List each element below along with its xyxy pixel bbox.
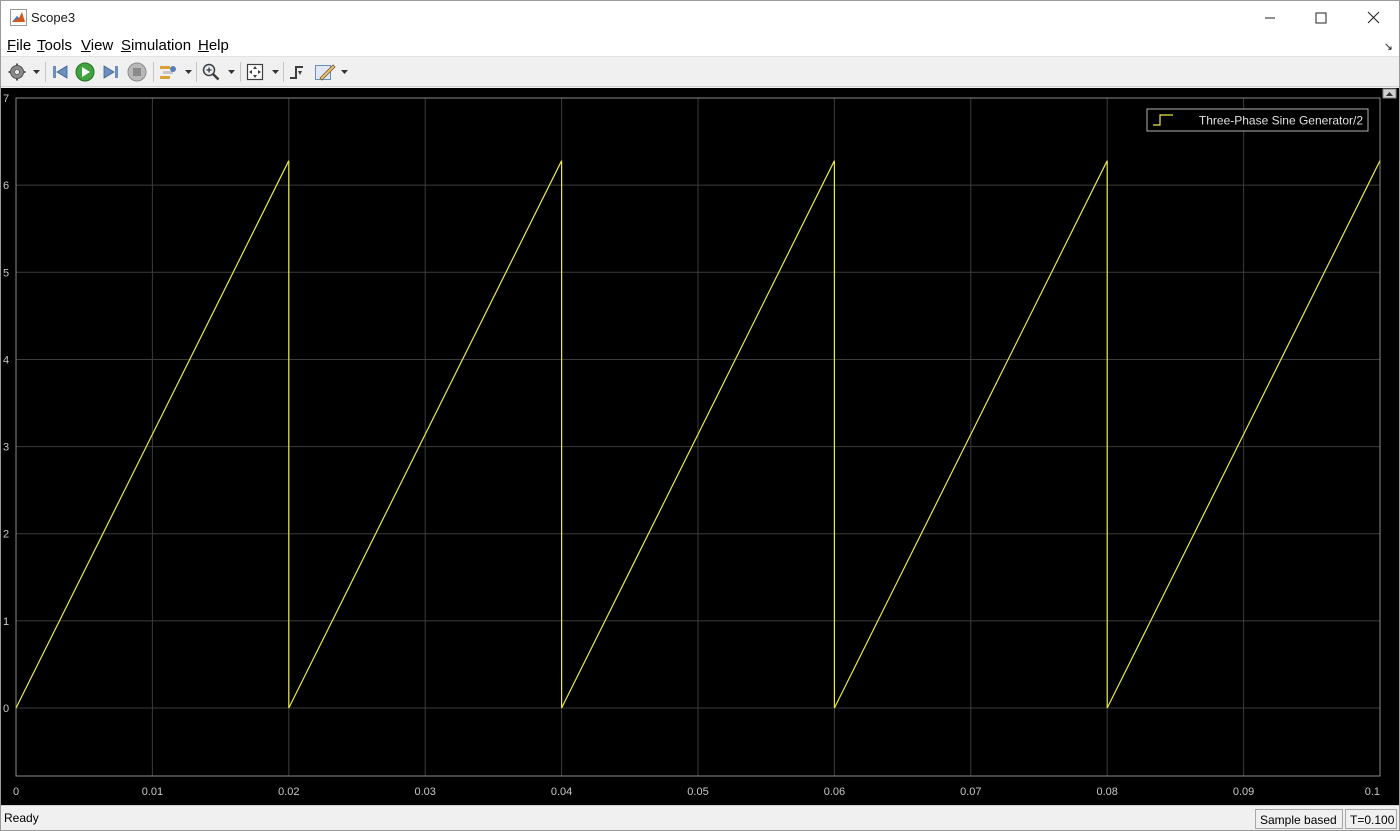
toolbar-separator <box>196 62 197 82</box>
toolbar-separator <box>240 62 241 82</box>
toolbar <box>1 57 1399 87</box>
y-tick-label: 6 <box>3 180 9 192</box>
toolbar-separator <box>153 62 154 82</box>
stop-icon <box>127 62 147 82</box>
maximize-icon <box>1315 12 1327 23</box>
scope-chart[interactable]: 0 0.01 0.02 0.03 0.04 0.05 0.06 0.07 0.08 0.09 0.1… <box>1 88 1399 805</box>
step-forward-icon <box>103 65 118 79</box>
triggers-button[interactable] <box>286 61 308 83</box>
close-button[interactable] <box>1347 1 1399 34</box>
menu-simulation-mnemonic: S <box>121 37 132 54</box>
highlight-signal-icon <box>160 66 176 79</box>
run-icon <box>75 62 95 82</box>
minimize-icon <box>1265 17 1275 18</box>
sample-mode-indicator: Sample based <box>1255 809 1343 829</box>
scope-window: Scope3 File Tools View Simulation Help ↘ <box>0 0 1400 831</box>
window-title: Scope3 <box>31 10 76 25</box>
toolbar-separator <box>283 62 284 82</box>
matlab-icon <box>10 9 27 26</box>
status-bar: Ready Sample based T=0.100 <box>1 805 1399 830</box>
menu-view[interactable]: View <box>81 37 113 54</box>
legend-label: Three-Phase Sine Generator/2 <box>1199 114 1363 128</box>
x-tick-label: 0.1 <box>1365 786 1380 798</box>
x-tick-label: 0.03 <box>414 786 435 798</box>
status-text: Ready <box>4 811 39 825</box>
autoscale-button[interactable] <box>244 61 266 83</box>
x-tick-label: 0 <box>13 786 19 798</box>
menu-file-mnemonic: F <box>7 37 17 54</box>
triggers-icon <box>290 66 303 79</box>
step-back-button[interactable] <box>49 61 71 83</box>
run-button[interactable] <box>74 61 96 83</box>
x-tick-label: 0.06 <box>824 786 845 798</box>
toolbar-separator <box>45 62 46 82</box>
zoom-button[interactable] <box>200 61 222 83</box>
x-tick-label: 0.04 <box>551 786 572 798</box>
y-tick-label: 5 <box>3 267 9 279</box>
y-tick-label: 1 <box>3 616 9 628</box>
settings-icon <box>8 63 26 81</box>
y-tick-label: 3 <box>3 442 9 454</box>
menu-bar: File Tools View Simulation Help ↘ <box>1 34 1399 57</box>
y-tick-label: 0 <box>3 703 9 715</box>
dock-arrow-icon[interactable]: ↘ <box>1384 40 1393 53</box>
autoscale-dropdown-icon[interactable] <box>272 68 279 75</box>
menu-file[interactable]: File <box>7 37 31 54</box>
title-bar[interactable]: Scope3 <box>1 1 1399 34</box>
y-tick-label: 7 <box>3 93 9 105</box>
x-tick-label: 0.05 <box>687 786 708 798</box>
menu-help[interactable]: Help <box>198 37 229 54</box>
close-icon <box>1367 11 1379 24</box>
x-tick-label: 0.08 <box>1096 786 1117 798</box>
menu-tools-label: ools <box>44 37 73 54</box>
menu-help-label: elp <box>208 37 229 54</box>
x-tick-label: 0.09 <box>1233 786 1254 798</box>
settings-dropdown-icon[interactable] <box>33 68 40 75</box>
highlight-dropdown-icon[interactable] <box>185 68 192 75</box>
menu-help-mnemonic: H <box>198 37 209 54</box>
menu-simulation-label: imulation <box>131 37 192 54</box>
x-tick-label: 0.02 <box>278 786 299 798</box>
minimize-button[interactable] <box>1244 1 1296 34</box>
x-tick-label: 0.01 <box>142 786 163 798</box>
zoom-dropdown-icon[interactable] <box>228 68 235 75</box>
step-back-icon <box>53 65 68 79</box>
style-dropdown-icon[interactable] <box>341 68 348 75</box>
menu-view-mnemonic: V <box>81 37 91 54</box>
menu-tools-mnemonic: T <box>37 37 45 54</box>
menu-simulation[interactable]: Simulation <box>121 37 191 54</box>
settings-button[interactable] <box>6 61 28 83</box>
plot-area[interactable]: 0 0.01 0.02 0.03 0.04 0.05 0.06 0.07 0.08 0.09 0.1… <box>1 88 1399 805</box>
step-forward-button[interactable] <box>100 61 122 83</box>
zoom-icon <box>202 63 220 81</box>
menu-view-label: iew <box>90 37 114 54</box>
highlight-signal-button[interactable] <box>157 61 179 83</box>
x-tick-label: 0.07 <box>960 786 981 798</box>
menu-file-label: ile <box>16 37 32 54</box>
y-tick-label: 4 <box>3 354 9 366</box>
menu-tools[interactable]: Tools <box>37 37 72 54</box>
y-tick-label: 2 <box>3 529 9 541</box>
stop-button[interactable] <box>126 61 148 83</box>
style-icon <box>315 64 336 81</box>
autoscale-icon <box>246 63 264 81</box>
maximize-button[interactable] <box>1295 1 1347 34</box>
style-button[interactable] <box>314 61 336 83</box>
simulation-time-indicator: T=0.100 <box>1345 809 1397 829</box>
